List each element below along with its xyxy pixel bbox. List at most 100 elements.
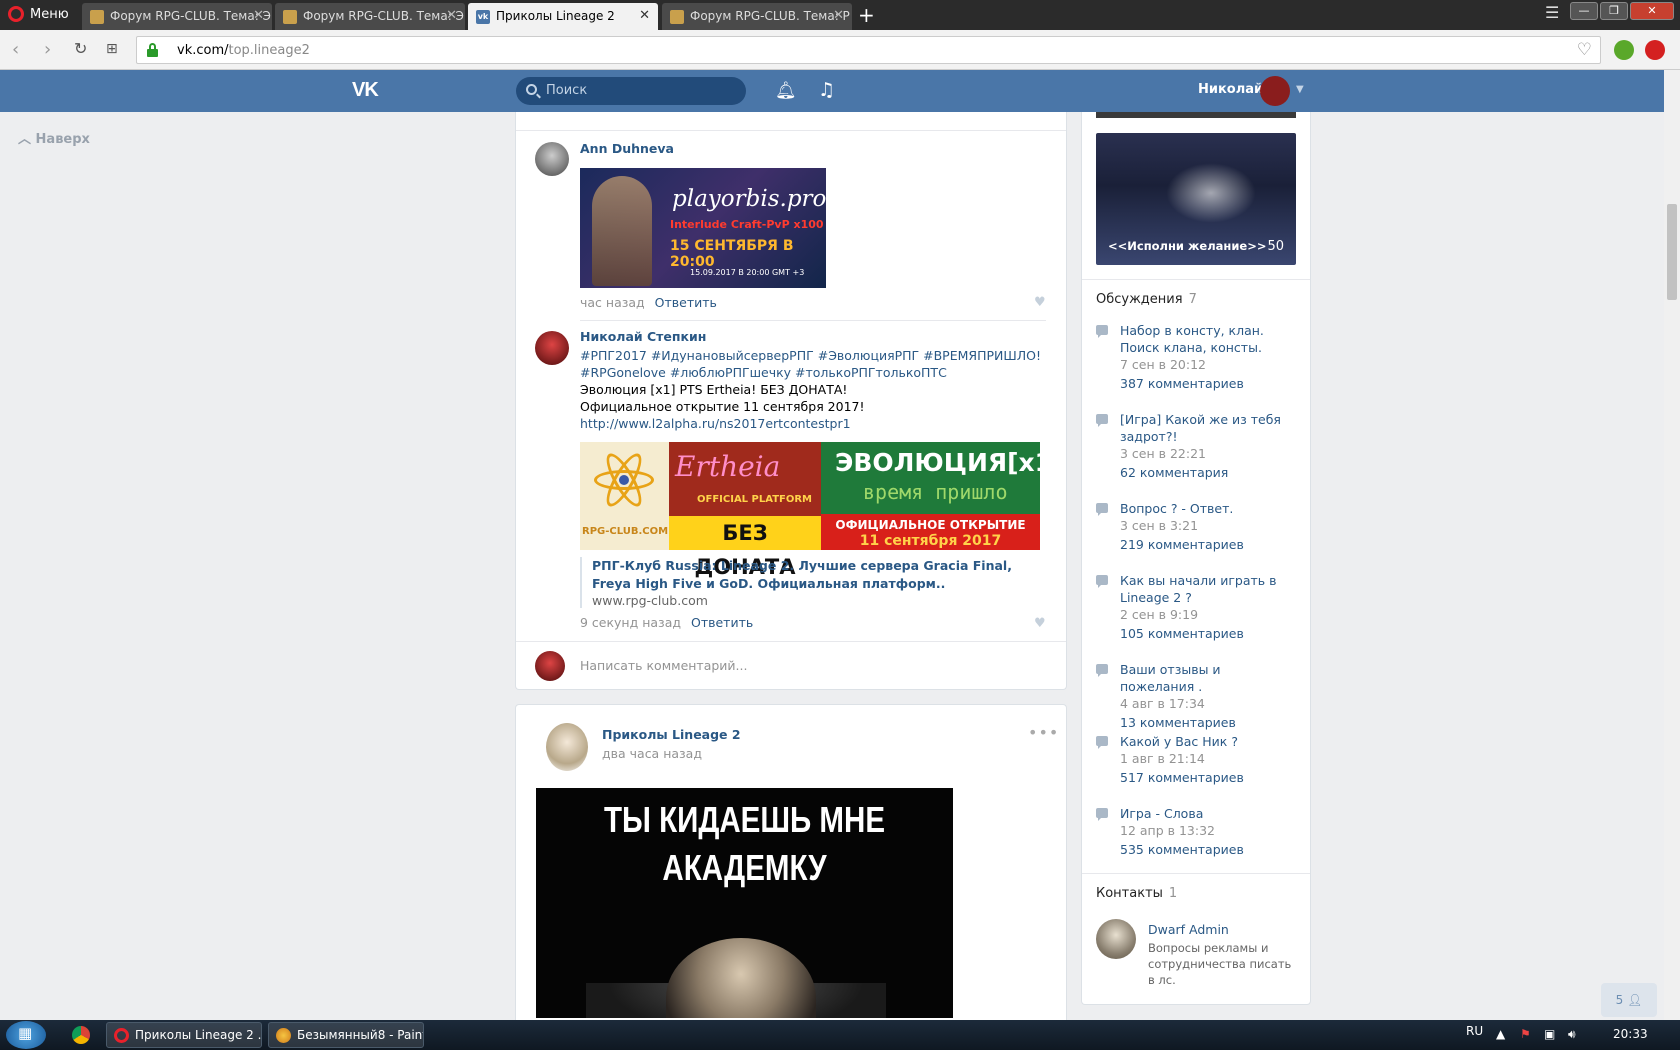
playorbis-banner-image[interactable]: playorbis.pro Interlude Craft-PvP x100 1… (580, 168, 826, 288)
tab-vk-active[interactable]: vk Приколы Lineage 2 ✕ (468, 3, 658, 30)
topic-title[interactable]: Какой у Вас Ник ? (1120, 733, 1296, 750)
topic-comments[interactable]: 219 комментариев (1120, 535, 1296, 555)
atom-logo-icon (594, 449, 654, 511)
url-text: vk.com/top.lineage2 (177, 43, 310, 58)
url-field[interactable]: vk.com/top.lineage2 ♡ (136, 36, 1601, 64)
topic-title[interactable]: Набор в консту, клан. Поиск клана, конст… (1120, 322, 1296, 356)
vk-search-input[interactable]: Поиск (516, 77, 746, 105)
topic-comments[interactable]: 535 комментариев (1120, 840, 1296, 860)
reply-link[interactable]: Ответить (655, 295, 717, 310)
discussions-header[interactable]: Обсуждения 7 (1096, 292, 1197, 307)
window-close-icon[interactable]: ✕ (1630, 2, 1674, 20)
topic-comments[interactable]: 387 комментариев (1120, 374, 1296, 394)
comment-time[interactable]: 9 секунд назад (580, 615, 681, 630)
maximize-icon[interactable]: ❐ (1600, 2, 1628, 20)
tab-forum-2[interactable]: Форум RPG-CLUB. Тема: Э ✕ (275, 3, 465, 30)
like-heart-icon[interactable]: ♥ (1034, 616, 1046, 631)
link-snippet[interactable]: РПГ-Клуб Russia: Lineage 2. Лучшие серве… (580, 557, 1040, 608)
hashtags-line[interactable]: #RPGonelove #люблюРПГшечку #толькоРПГтол… (580, 364, 1050, 381)
page-scrollbar[interactable] (1664, 70, 1680, 1020)
topic-title[interactable]: Игра - Слова (1120, 805, 1296, 822)
back-icon[interactable]: ‹ (12, 39, 19, 60)
ertheia-banner-image[interactable]: RPG-CLUB.COM Ertheia OFFICIAL PLATFORM Б… (580, 442, 1064, 579)
topic-comments[interactable]: 62 комментария (1120, 463, 1296, 483)
snippet-url[interactable]: www.rpg-club.com (592, 593, 1040, 608)
adblock-extension-icon[interactable] (1645, 40, 1665, 60)
paint-palette-icon (276, 1028, 291, 1043)
topic-title[interactable]: [Игра] Какой же из тебя задрот?! (1120, 411, 1296, 445)
contacts-header[interactable]: Контакты 1 (1096, 886, 1177, 901)
discussion-topic[interactable]: Набор в консту, клан. Поиск клана, конст… (1096, 322, 1296, 394)
topic-title[interactable]: Вопрос ? - Ответ. (1120, 500, 1296, 517)
tab-close-icon[interactable]: ✕ (833, 8, 844, 23)
discussion-topic[interactable]: [Игра] Какой же из тебя задрот?! 3 сен в… (1096, 411, 1296, 483)
topic-title[interactable]: Как вы начали играть в Lineage 2 ? (1120, 572, 1296, 606)
contact-avatar[interactable] (1096, 919, 1136, 959)
opera-menu-button[interactable]: Меню (8, 6, 69, 22)
album-image (1166, 163, 1256, 223)
topic-comments[interactable]: 105 комментариев (1120, 624, 1296, 644)
tab-close-icon[interactable]: ✕ (253, 8, 264, 23)
tab-forum-3[interactable]: Форум RPG-CLUB. Тема: Р ✕ (662, 3, 852, 30)
show-hidden-icons-icon[interactable]: ▲ (1496, 1027, 1505, 1041)
tabs-menu-icon[interactable]: ☰ (1545, 3, 1559, 22)
tab-close-icon[interactable]: ✕ (639, 8, 650, 23)
banner-figure (592, 176, 652, 286)
notifications-bell-icon[interactable]: 🔔︎ (775, 81, 797, 101)
avatar[interactable] (535, 142, 569, 176)
taskbar-item-paint[interactable]: Безымянный8 - Paint (268, 1022, 424, 1048)
community-avatar[interactable] (546, 723, 588, 771)
reload-icon[interactable]: ↻ (74, 39, 87, 58)
topic-comments[interactable]: 517 комментариев (1120, 768, 1296, 788)
comment-time[interactable]: час назад (580, 295, 645, 310)
volume-icon[interactable]: 🔊︎ (1568, 1027, 1576, 1042)
comment-author[interactable]: Николай Степкин (580, 329, 706, 344)
scrollbar-thumb[interactable] (1667, 204, 1677, 300)
like-heart-icon[interactable]: ♥ (1034, 295, 1046, 310)
discussion-topic[interactable]: Вопрос ? - Ответ. 3 сен в 3:21 219 комме… (1096, 500, 1296, 555)
vk-user-name[interactable]: Николай (1198, 82, 1263, 97)
bookmark-heart-icon[interactable]: ♡ (1577, 40, 1592, 60)
reply-link[interactable]: Ответить (691, 615, 753, 630)
windows-start-icon[interactable] (6, 1021, 46, 1049)
clock[interactable]: 20:33 (1613, 1027, 1648, 1041)
chrome-icon[interactable] (72, 1026, 90, 1044)
comment-input[interactable]: Написать комментарий... (580, 658, 747, 673)
discussion-topic[interactable]: Какой у Вас Ник ? 1 авг в 21:14 517 комм… (1096, 733, 1296, 788)
comment-link[interactable]: http://www.l2alpha.ru/ns2017ertcontestpr… (580, 415, 1050, 432)
new-tab-button[interactable]: + (858, 3, 875, 27)
scroll-to-top-link[interactable]: ︿ Наверх (18, 128, 90, 147)
contact-name[interactable]: Dwarf Admin (1148, 922, 1229, 937)
hashtags-line[interactable]: #РПГ2017 #ИдунановыйсерверРПГ #ЭволюцияР… (580, 347, 1050, 364)
album-thumbnail-top[interactable] (1096, 112, 1296, 118)
discussion-topic[interactable]: Как вы начали играть в Lineage 2 ? 2 сен… (1096, 572, 1296, 644)
photo-album[interactable]: <<Исполни желание>> 50 (1096, 133, 1296, 265)
post-time[interactable]: два часа назад (602, 746, 702, 761)
topic-title[interactable]: Ваши отзывы и пожелания . (1120, 661, 1296, 695)
vk-logo[interactable]: VK (352, 79, 379, 102)
tab-forum-1[interactable]: Форум RPG-CLUB. Тема: Э ✕ (82, 3, 272, 30)
discussion-topic[interactable]: Ваши отзывы и пожелания . 4 авг в 17:34 … (1096, 661, 1296, 733)
avatar[interactable] (535, 331, 569, 365)
download-extension-icon[interactable] (1614, 40, 1634, 60)
language-indicator[interactable]: RU (1466, 1024, 1483, 1038)
network-icon[interactable]: ▣ (1544, 1027, 1555, 1041)
meme-image[interactable]: ТЫ КИДАЕШЬ МНЕ АКАДЕМКУ (536, 788, 953, 1018)
comment-author[interactable]: Ann Duhneva (580, 141, 674, 156)
action-center-flag-icon[interactable]: ⚑ (1520, 1027, 1531, 1041)
user-avatar[interactable] (1260, 76, 1290, 106)
taskbar-item-opera[interactable]: Приколы Lineage 2 ... (106, 1022, 262, 1048)
music-note-icon[interactable]: ♫ (818, 79, 835, 101)
forward-icon[interactable]: › (44, 39, 51, 60)
discussion-topic[interactable]: Игра - Слова 12 апр в 13:32 535 коммента… (1096, 805, 1296, 860)
tab-close-icon[interactable]: ✕ (446, 8, 457, 23)
minimize-icon[interactable]: — (1570, 2, 1598, 20)
snippet-title[interactable]: РПГ-Клуб Russia: Lineage 2. Лучшие серве… (592, 557, 1040, 593)
topic-comments[interactable]: 13 комментариев (1120, 713, 1296, 733)
post-author[interactable]: Приколы Lineage 2 (602, 727, 741, 742)
lock-icon (147, 43, 158, 57)
speed-dial-icon[interactable]: ⊞ (106, 41, 118, 57)
more-dots-icon[interactable]: ••• (1028, 723, 1059, 742)
chevron-down-icon[interactable]: ▼ (1296, 84, 1304, 95)
online-friends-badge[interactable]: 5 👤︎ (1601, 983, 1657, 1017)
